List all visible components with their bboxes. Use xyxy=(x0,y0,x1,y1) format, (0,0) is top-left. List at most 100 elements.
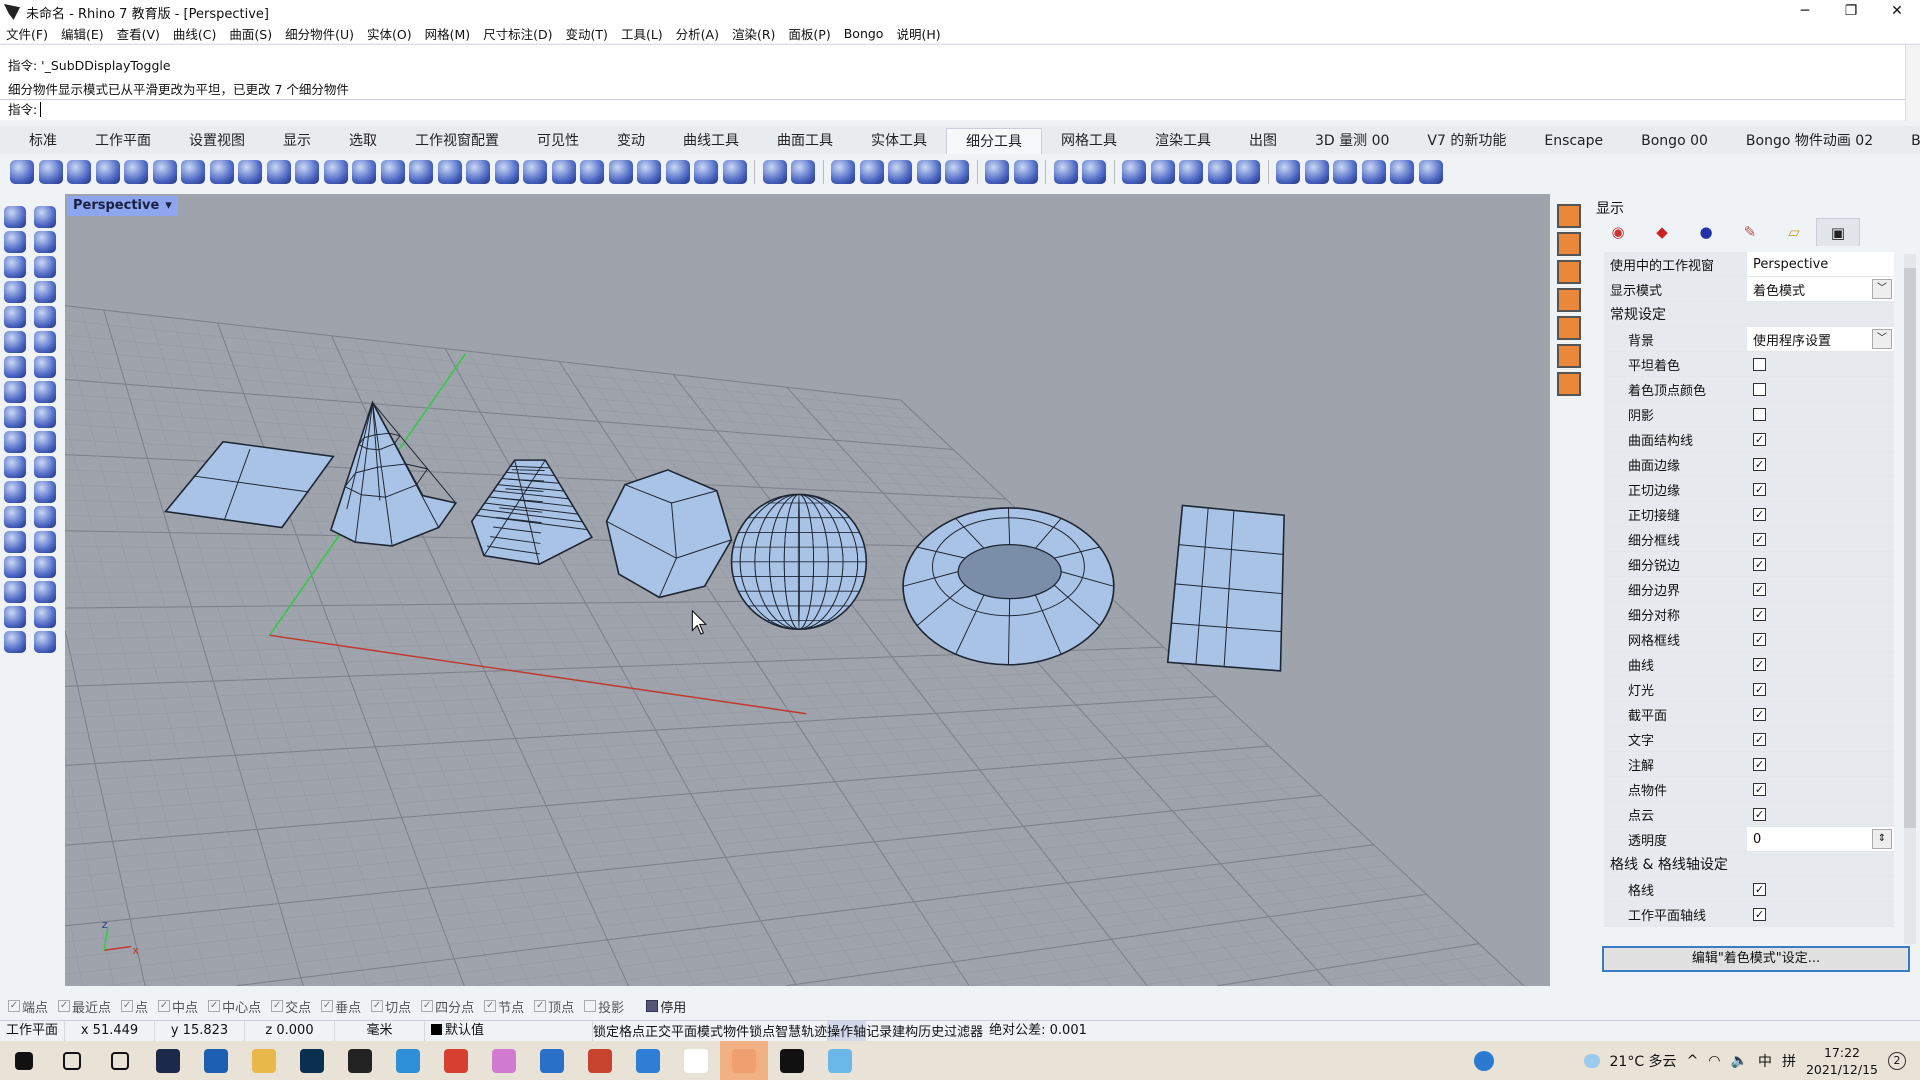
setting-checkbox[interactable]: ✓ xyxy=(1753,557,1766,571)
select-arrow-icon[interactable] xyxy=(4,206,26,228)
subd-torus-icon[interactable] xyxy=(209,160,234,184)
ellipse-icon[interactable] xyxy=(34,256,56,278)
subd-cylinder-icon[interactable] xyxy=(124,160,148,184)
setting-checkbox[interactable]: ✓ xyxy=(1753,582,1766,596)
help-icon[interactable] xyxy=(1557,288,1581,312)
subd-stitch-icon[interactable] xyxy=(694,160,718,184)
subd-loft2-icon[interactable] xyxy=(295,160,319,184)
menu-item[interactable]: 网格(M) xyxy=(425,24,471,43)
close-button[interactable]: ✕ xyxy=(1874,0,1920,24)
subd-extrude-face-icon[interactable] xyxy=(523,160,547,184)
tab-17[interactable]: Enscape xyxy=(1525,128,1622,154)
subd-box-icon[interactable] xyxy=(10,160,34,184)
subd-quadsphere-icon[interactable] xyxy=(238,160,262,184)
grid-icon[interactable] xyxy=(1557,344,1581,368)
download-icon[interactable] xyxy=(1557,316,1581,340)
viewport-title[interactable]: Perspective ▾ xyxy=(67,196,178,216)
help-alert-icon[interactable] xyxy=(1473,1050,1494,1071)
status-toggle-2[interactable]: 平面模式 xyxy=(671,1021,723,1041)
osnap-10[interactable]: ✓ 顶点 xyxy=(534,997,574,1016)
split-icon[interactable] xyxy=(34,431,56,453)
edit-shaded-mode-button[interactable]: 编辑"着色模式"设定... xyxy=(1602,946,1910,972)
setting-checkbox[interactable]: ✓ xyxy=(1753,457,1766,471)
libraries-icon[interactable] xyxy=(1557,372,1581,396)
menu-item[interactable]: 工具(L) xyxy=(621,24,663,43)
move-icon[interactable] xyxy=(4,531,26,553)
osnap-11[interactable]: 投影 xyxy=(584,997,624,1016)
display-icon[interactable] xyxy=(1557,260,1581,284)
menu-item[interactable]: 变动(T) xyxy=(566,24,608,43)
subd-rail-icon[interactable] xyxy=(409,160,433,184)
command-prompt[interactable]: 指令: xyxy=(0,99,1905,119)
subd-weld-icon[interactable] xyxy=(608,160,633,184)
surface-network-icon[interactable] xyxy=(34,406,56,428)
viewport-menu-arrow-icon[interactable]: ▾ xyxy=(165,196,172,216)
menu-item[interactable]: 说明(H) xyxy=(896,24,940,43)
osnap-checkbox[interactable] xyxy=(646,1000,659,1012)
subd-fill-icon[interactable] xyxy=(580,160,604,184)
osnap-checkbox[interactable]: ✓ xyxy=(371,1000,384,1012)
subd-offset-icon[interactable] xyxy=(551,160,576,184)
notification-center-icon[interactable]: 2 xyxy=(1888,1051,1906,1070)
sketch-app-icon[interactable] xyxy=(528,1041,576,1080)
status-toggle-4[interactable]: 智慧轨迹 xyxy=(775,1021,827,1041)
subd-slide-icon[interactable] xyxy=(762,160,787,184)
cplane-label[interactable]: 工作平面 xyxy=(0,1021,66,1041)
setting-checkbox[interactable]: ✓ xyxy=(1753,882,1766,896)
trim-icon[interactable] xyxy=(4,431,26,453)
osnap-7[interactable]: ✓ 切点 xyxy=(371,997,411,1016)
menu-item[interactable]: 编辑(E) xyxy=(61,24,104,43)
command-scrollbar[interactable] xyxy=(1905,45,1920,121)
image-app-icon[interactable] xyxy=(816,1041,864,1080)
subd-loft-icon[interactable] xyxy=(266,160,291,184)
pipe-icon[interactable] xyxy=(4,381,26,403)
qq-icon[interactable] xyxy=(336,1041,384,1080)
subd-mesh-icon[interactable] xyxy=(985,160,1009,184)
shade-icon[interactable] xyxy=(4,631,26,653)
tray-chevron-icon[interactable]: ^ xyxy=(1687,1053,1699,1069)
check-icon[interactable] xyxy=(34,606,56,628)
color-app-icon[interactable] xyxy=(480,1041,528,1080)
status-toggle-1[interactable]: 正交 xyxy=(645,1021,671,1041)
tab-0[interactable]: 标准 xyxy=(10,128,76,154)
rhino-icon[interactable] xyxy=(768,1041,816,1080)
subd-insert-edge-icon[interactable] xyxy=(637,160,661,184)
tab-7[interactable]: 变动 xyxy=(598,128,664,154)
setting-checkbox[interactable]: ✓ xyxy=(1753,482,1766,496)
subd-subdivide-icon[interactable] xyxy=(665,160,690,184)
tab-10[interactable]: 实体工具 xyxy=(852,128,946,154)
setting-value[interactable]: 着色模式 ﹀ xyxy=(1747,277,1894,301)
display-monitor-icon[interactable]: ▣ xyxy=(1816,218,1860,246)
setting-checkbox[interactable]: ✓ xyxy=(1753,532,1766,546)
subd-pipe-icon[interactable] xyxy=(352,160,376,184)
subd-cone-icon[interactable] xyxy=(67,160,91,184)
layer-indicator[interactable]: 默认值 xyxy=(425,1021,594,1041)
status-toggle-5[interactable]: 操作轴 xyxy=(827,1021,867,1041)
ime-language[interactable]: 中 xyxy=(1758,1051,1772,1071)
subd-flag-icon[interactable] xyxy=(1207,160,1232,184)
polyline-icon[interactable] xyxy=(4,231,26,253)
tab-9[interactable]: 曲面工具 xyxy=(758,128,852,154)
osnap-checkbox[interactable] xyxy=(584,1000,597,1012)
select-faces-icon[interactable] xyxy=(1304,160,1329,184)
osnap-9[interactable]: ✓ 节点 xyxy=(484,997,524,1016)
setting-checkbox[interactable]: ✓ xyxy=(1753,507,1766,521)
subd-extrude-icon[interactable] xyxy=(494,160,519,184)
edge-icon[interactable] xyxy=(624,1041,672,1080)
search-icon[interactable] xyxy=(48,1041,96,1080)
setting-value[interactable]: 0 ⇕ xyxy=(1747,827,1894,851)
osnap-checkbox[interactable]: ✓ xyxy=(271,1000,284,1012)
osnap-checkbox[interactable]: ✓ xyxy=(208,1000,221,1012)
subd-box-select-icon[interactable] xyxy=(1122,160,1146,184)
subd-bevel-icon[interactable] xyxy=(859,160,884,184)
subd-sphere-icon[interactable] xyxy=(152,160,177,184)
subd-globe-icon[interactable] xyxy=(1179,160,1203,184)
restore-button[interactable]: ❐ xyxy=(1828,0,1874,24)
subd-ellipsoid-icon[interactable] xyxy=(181,160,205,184)
osnap-6[interactable]: ✓ 垂点 xyxy=(321,997,361,1016)
photoshop-icon[interactable] xyxy=(288,1041,336,1080)
paint-icon[interactable]: ✎ xyxy=(1728,218,1772,246)
control-point-curve-icon[interactable] xyxy=(34,231,56,253)
menu-item[interactable]: 曲线(C) xyxy=(173,24,216,43)
menu-item[interactable]: 尺寸标注(D) xyxy=(483,24,552,43)
